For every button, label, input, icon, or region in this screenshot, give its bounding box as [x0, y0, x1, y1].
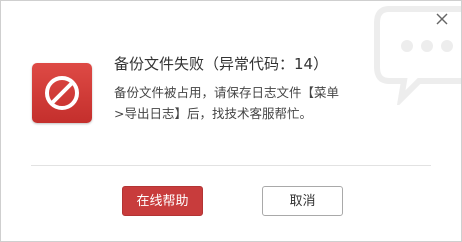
prohibited-icon — [32, 63, 92, 123]
cancel-button[interactable]: 取消 — [262, 186, 343, 216]
dialog-title: 备份文件失败（异常代码：14） — [114, 55, 329, 73]
close-icon[interactable] — [433, 10, 451, 28]
online-help-button[interactable]: 在线帮助 — [122, 186, 203, 216]
dialog-message: 备份文件被占用，请保存日志文件【菜单>导出日志】后，找技术客服帮忙。 — [114, 85, 340, 121]
error-dialog: 备份文件失败（异常代码：14） 备份文件被占用，请保存日志文件【菜单>导出日志】… — [0, 0, 462, 242]
divider — [31, 165, 431, 166]
